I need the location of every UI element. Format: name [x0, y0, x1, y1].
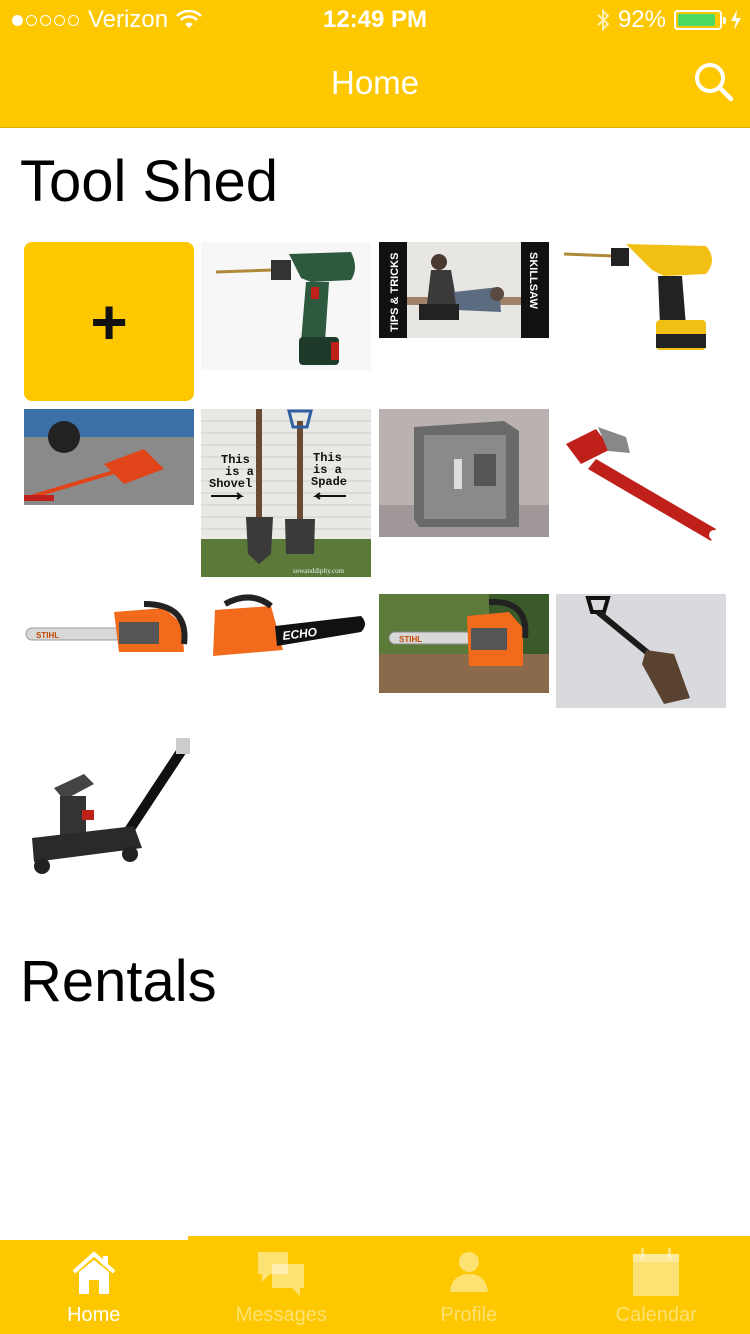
drill-image	[556, 242, 726, 355]
skillsaw-label: SKILLSAW	[527, 252, 539, 309]
tab-label: Home	[67, 1304, 121, 1326]
tab-messages[interactable]: Messages	[188, 1240, 376, 1334]
brand-label: STIHL	[36, 631, 59, 640]
tab-profile[interactable]: Profile	[375, 1240, 563, 1334]
page-title: Home	[330, 64, 420, 101]
car-jack-image	[24, 409, 194, 505]
rentals-heading: Rentals	[20, 949, 217, 1014]
chainsaw-image: STIHL	[24, 594, 194, 664]
messages-icon	[258, 1252, 305, 1296]
tool-shed-heading: Tool Shed	[20, 149, 278, 214]
tab-label: Messages	[235, 1304, 327, 1326]
tool-item-garden-spade[interactable]	[556, 594, 726, 708]
spade-image	[556, 594, 726, 708]
brand-label: STIHL	[399, 635, 422, 644]
tool-item-chainsaw-echo[interactable]: ECHO	[201, 594, 371, 664]
tool-item-chainsaw-porch[interactable]: STIHL	[379, 594, 549, 693]
floor-jack-image	[24, 738, 194, 882]
spade-sign-line: Spade	[311, 475, 347, 489]
tab-label: Profile	[440, 1304, 498, 1326]
chainsaw-image: ECHO	[201, 594, 371, 664]
bluetooth-icon	[597, 8, 610, 32]
charging-icon	[731, 10, 741, 30]
status-right: 92%	[596, 6, 742, 34]
tool-item-drill-yellow[interactable]	[556, 242, 726, 355]
tab-calendar[interactable]: Calendar	[563, 1240, 750, 1334]
tips-tricks-label: TIPS & TRICKS	[389, 253, 401, 332]
battery-icon	[674, 10, 726, 30]
tool-item-chainsaw-stihl[interactable]: STIHL	[24, 594, 194, 664]
safe-image	[379, 409, 549, 537]
calendar-icon	[633, 1248, 680, 1296]
status-bar: Verizon 12:49 PM 92%	[0, 0, 750, 40]
tool-item-skillsaw[interactable]: TIPS & TRICKS SKILLSAW	[379, 242, 549, 338]
tool-item-safe[interactable]	[379, 409, 549, 537]
tab-bar: Home Messages Profile Calendar	[0, 1236, 750, 1334]
profile-icon	[449, 1252, 488, 1292]
watermark-text: sowanddiplty.com	[293, 567, 345, 575]
home-icon	[72, 1251, 116, 1294]
nav-bar: Home	[0, 40, 750, 128]
tool-item-pipe-wrench[interactable]	[556, 409, 726, 549]
search-icon	[695, 63, 734, 102]
shovel-spade-image: This is a Shovel This is a Spade sowandd…	[201, 409, 371, 577]
drill-image	[201, 242, 371, 370]
tab-label: Calendar	[615, 1304, 697, 1326]
skillsaw-image: TIPS & TRICKS SKILLSAW	[379, 242, 549, 338]
pipe-wrench-image	[556, 409, 726, 549]
search-button[interactable]	[692, 60, 736, 104]
shovel-sign-line: Shovel	[209, 477, 252, 491]
chainsaw-image: STIHL	[379, 594, 549, 693]
tool-item-shovel-spade[interactable]: This is a Shovel This is a Spade sowandd…	[201, 409, 371, 577]
tool-item-drill-green[interactable]	[201, 242, 371, 370]
tab-home[interactable]: Home	[0, 1240, 188, 1334]
battery-percent: 92%	[617, 6, 666, 33]
tool-item-car-jack[interactable]	[24, 409, 194, 505]
add-tool-button[interactable]: +	[24, 242, 194, 401]
tool-item-floor-jack[interactable]	[24, 738, 194, 882]
plus-icon: +	[90, 285, 128, 358]
